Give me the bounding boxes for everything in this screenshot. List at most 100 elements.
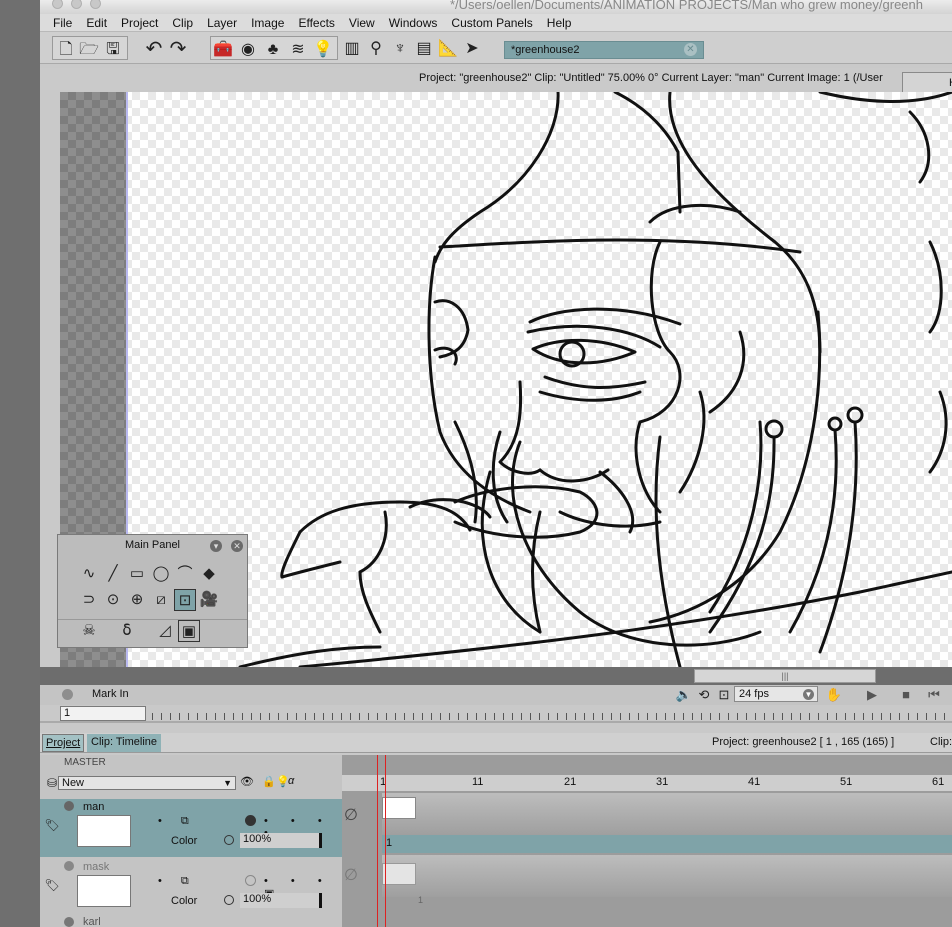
zoom-window-button[interactable]: [90, 0, 101, 9]
ruler-icon[interactable]: 📐: [438, 39, 458, 59]
paper-plane-icon[interactable]: ➤: [462, 39, 482, 59]
menu-clip[interactable]: Clip: [165, 16, 200, 30]
layer-flags: • ⧉: [158, 875, 197, 887]
panel-close-icon[interactable]: ✕: [231, 540, 243, 552]
layer-name: man: [83, 801, 105, 813]
freehand-tool-icon[interactable]: ∿: [78, 563, 100, 585]
rewind-icon[interactable]: ⏮: [924, 685, 944, 705]
menu-layer[interactable]: Layer: [200, 16, 244, 30]
keyframe-cel[interactable]: [382, 863, 416, 885]
new-layer-select[interactable]: New ▼: [58, 776, 236, 790]
current-frame-field[interactable]: 1: [60, 706, 146, 721]
fps-select[interactable]: 24 fps ▼: [734, 686, 818, 702]
library-icon[interactable]: ♣: [263, 40, 283, 60]
smear-tool-icon[interactable]: ẟ: [116, 620, 138, 642]
magnifier-icon[interactable]: ⚲: [366, 39, 386, 59]
close-window-button[interactable]: [52, 0, 63, 9]
menu-image[interactable]: Image: [244, 16, 291, 30]
bookshelf-icon[interactable]: ▤: [414, 39, 434, 59]
menu-help[interactable]: Help: [540, 16, 579, 30]
layer-row-karl[interactable]: karl: [40, 916, 342, 927]
collapse-icon[interactable]: [64, 801, 74, 811]
timeline-track-sel[interactable]: 1: [382, 835, 952, 853]
bottom-panel-tabs: Project Clip: Timeline Project: greenhou…: [40, 733, 952, 753]
lock-icon[interactable]: 🔒: [262, 775, 276, 788]
project-tab-field[interactable]: *greenhouse2 ✕: [504, 41, 704, 59]
menu-view[interactable]: View: [342, 16, 382, 30]
scrollbar-thumb[interactable]: |||: [694, 669, 876, 683]
layer-thumbnail: [77, 875, 131, 907]
tab-project[interactable]: Project: [42, 734, 85, 752]
eraser-tool-icon[interactable]: ◆: [198, 563, 220, 585]
layer-tag-icon: 🏷: [44, 878, 60, 892]
layer-row-mask[interactable]: 🏷 mask • ⧉ • • • ▣ Color 100%: [40, 859, 342, 917]
stamp-tool-icon[interactable]: ▣: [178, 620, 200, 642]
arc-tool-icon[interactable]: ⌒: [174, 563, 196, 585]
layer-visible-dot[interactable]: [245, 815, 256, 826]
color-wheel-icon[interactable]: ◉: [238, 40, 258, 60]
stop-icon[interactable]: ■: [896, 685, 916, 705]
open-folder-icon[interactable]: 🗁: [79, 40, 99, 60]
save-icon[interactable]: 🖫: [103, 40, 123, 60]
transform-tool-icon[interactable]: ⊡: [174, 589, 196, 611]
rectangle-tool-icon[interactable]: ▭: [126, 563, 148, 585]
ellipse-tool-icon[interactable]: ◯: [150, 563, 172, 585]
hand-icon[interactable]: ✋: [824, 685, 844, 705]
paper-tool-icon[interactable]: ◿: [154, 620, 176, 642]
layer-row-man[interactable]: 🏷 man • ⧉ • • • • Color 100%: [40, 799, 342, 857]
timeline-panel[interactable]: 1 11 21 31 41 51 61 1 ∅ ∅ 1: [342, 755, 952, 927]
lightbulb-icon[interactable]: 💡: [313, 40, 333, 60]
frame-ruler[interactable]: [152, 713, 952, 720]
collapse-icon[interactable]: [64, 861, 74, 871]
playhead-line[interactable]: [385, 755, 386, 927]
camera-tool-icon[interactable]: 🎥: [198, 589, 220, 611]
select-tool-icon[interactable]: ⊙: [102, 589, 124, 611]
app-window: */Users/oellen/Documents/ANIMATION PROJE…: [40, 0, 952, 927]
main-panel-header: Main Panel ▾ ✕: [58, 535, 247, 555]
menu-edit[interactable]: Edit: [79, 16, 114, 30]
layers-icon[interactable]: ≋: [288, 40, 308, 60]
timeline-track-mask[interactable]: [382, 855, 952, 897]
play-icon[interactable]: ▶: [862, 685, 882, 705]
layer-flags: • ⧉: [158, 815, 197, 827]
menu-project[interactable]: Project: [114, 16, 165, 30]
add-marker-icon[interactable]: [62, 689, 73, 700]
canvas-scrollbar[interactable]: |||: [40, 667, 952, 685]
sound-icon[interactable]: 🔈: [674, 685, 694, 705]
alpha-icon[interactable]: α: [288, 775, 294, 787]
timeline-ruler[interactable]: 1 11 21 31 41 51 61: [342, 775, 952, 791]
layer-visible-dot[interactable]: [245, 875, 256, 886]
opacity-field[interactable]: 100%: [240, 893, 322, 908]
playhead-line[interactable]: [377, 755, 378, 927]
timeline-track-man[interactable]: [382, 793, 952, 835]
new-layer-row: ⛁ New ▼ 👁 🔒 💡 α: [42, 775, 340, 791]
new-file-icon[interactable]: 🗋: [56, 40, 76, 60]
menu-effects[interactable]: Effects: [291, 16, 341, 30]
tab-clip-timeline[interactable]: Clip: Timeline: [87, 734, 162, 752]
eye-icon[interactable]: 👁: [240, 775, 254, 788]
redo-icon[interactable]: ↷: [168, 39, 188, 59]
minus-icon[interactable]: [224, 835, 234, 845]
minus-icon[interactable]: [224, 895, 234, 905]
safe-frame-icon[interactable]: ⊡: [714, 685, 734, 705]
opacity-field[interactable]: 100%: [240, 833, 322, 848]
brush-jar-icon[interactable]: ♆: [390, 39, 410, 59]
toolbox-icon[interactable]: 🧰: [213, 40, 233, 60]
menu-windows[interactable]: Windows: [382, 16, 445, 30]
loop-icon[interactable]: ⟲: [694, 685, 714, 705]
lasso-tool-icon[interactable]: ⊃: [78, 589, 100, 611]
line-tool-icon[interactable]: ╱: [102, 563, 124, 585]
keyframe-cel[interactable]: [382, 797, 416, 819]
layer-name: karl: [83, 916, 101, 927]
panel-menu-icon[interactable]: ▾: [210, 540, 222, 552]
undo-icon[interactable]: ↶: [144, 39, 164, 59]
skull-tool-icon[interactable]: ☠: [78, 620, 100, 642]
clear-icon[interactable]: ✕: [684, 43, 697, 56]
collapse-icon[interactable]: [64, 917, 74, 927]
crop-tool-icon[interactable]: ⧄: [150, 589, 172, 611]
zoom-tool-icon[interactable]: ⊕: [126, 589, 148, 611]
menu-custom-panels[interactable]: Custom Panels: [444, 16, 539, 30]
menu-file[interactable]: File: [46, 16, 79, 30]
film-strip-icon[interactable]: ▥: [342, 39, 362, 59]
minimize-window-button[interactable]: [71, 0, 82, 9]
